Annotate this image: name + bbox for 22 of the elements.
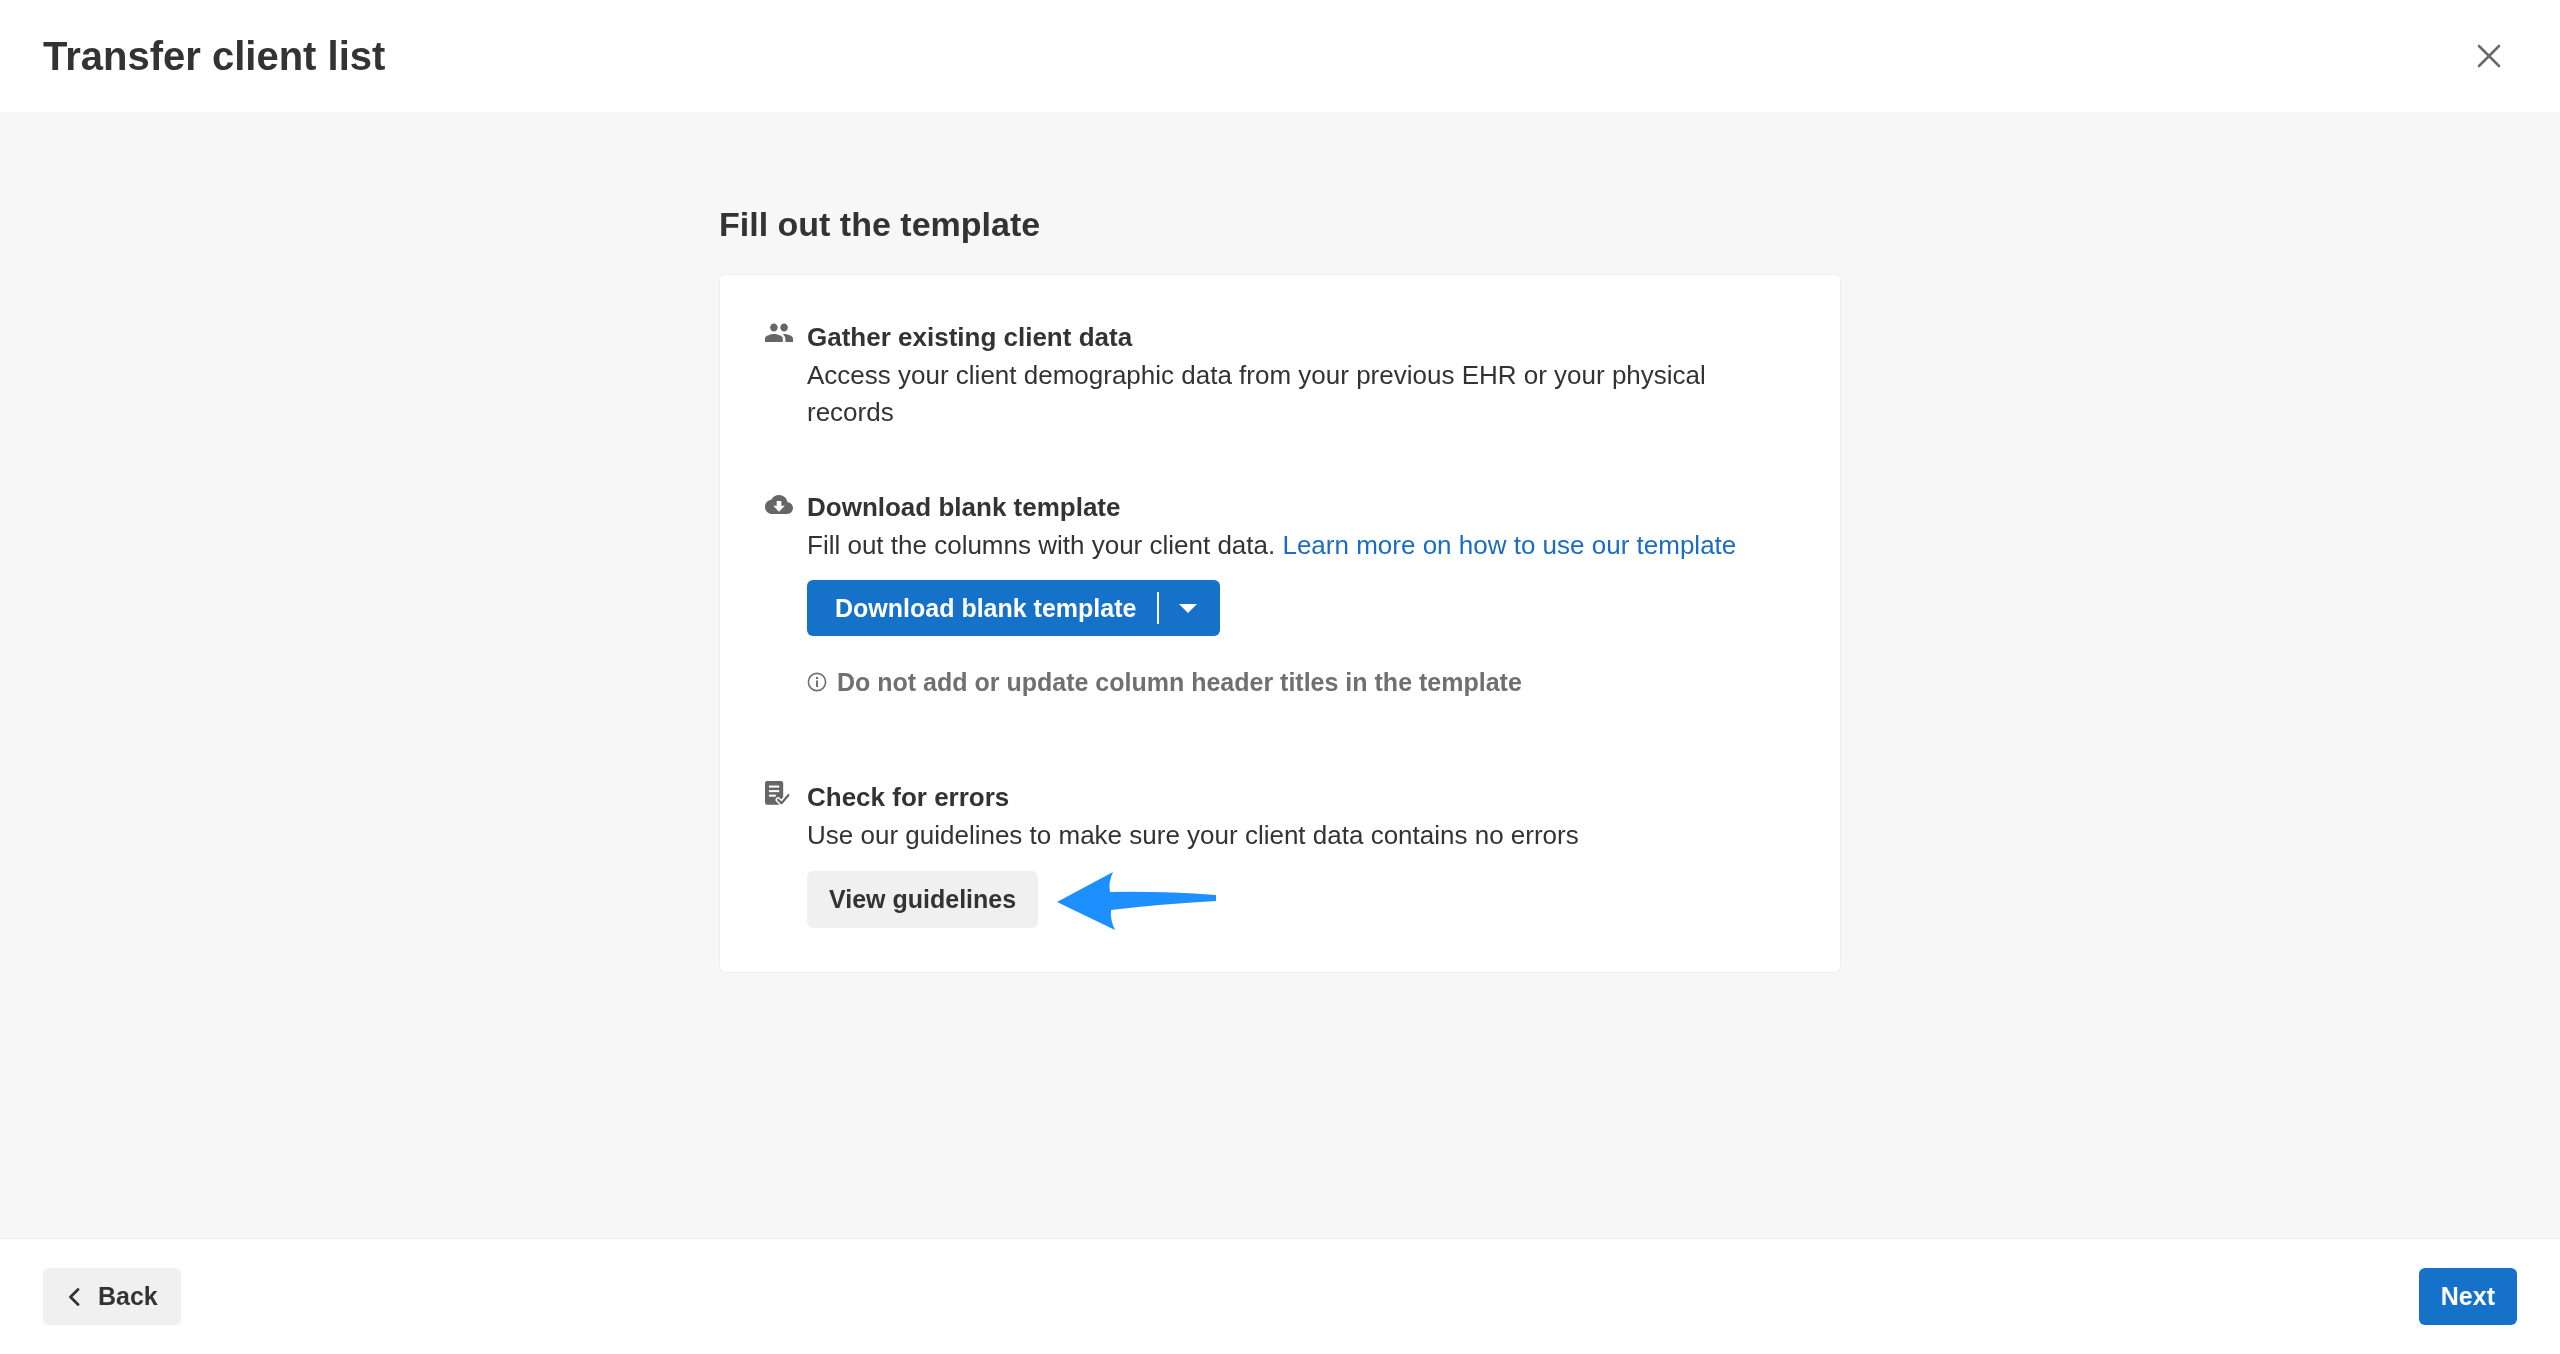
window-title: Transfer client list [43,33,386,80]
learn-more-link[interactable]: Learn more on how to use our template [1282,530,1737,560]
note-text: Do not add or update column header titles in the template [837,667,1522,698]
dropdown-button[interactable] [1157,580,1221,636]
step-description: Access your client demographic data from your previous EHR or your physical records [807,359,1707,429]
view-guidelines-button[interactable]: View guidelines [807,870,1039,928]
cloud-download-icon [765,495,793,514]
step-title: Download blank template [807,491,1121,524]
step-description: Use our guidelines to make sure your client data contains no errors [807,819,1579,852]
info-icon [807,672,827,692]
section-title: Fill out the template [719,204,1041,244]
back-button[interactable]: Back [43,1268,181,1325]
step-description: Fill out the columns with your client data. Learn more on how to use our template [807,529,1737,562]
download-template-button[interactable]: Download blank template [807,580,1158,636]
close-icon [2477,44,2501,68]
chevron-left-icon [68,1287,80,1306]
document-check-icon [765,781,790,806]
step-title: Check for errors [807,781,1010,814]
caret-icon [1179,603,1198,613]
next-button[interactable]: Next [2418,1268,2517,1325]
people-icon [765,323,793,342]
step-title: Gather existing client data [807,321,1133,354]
